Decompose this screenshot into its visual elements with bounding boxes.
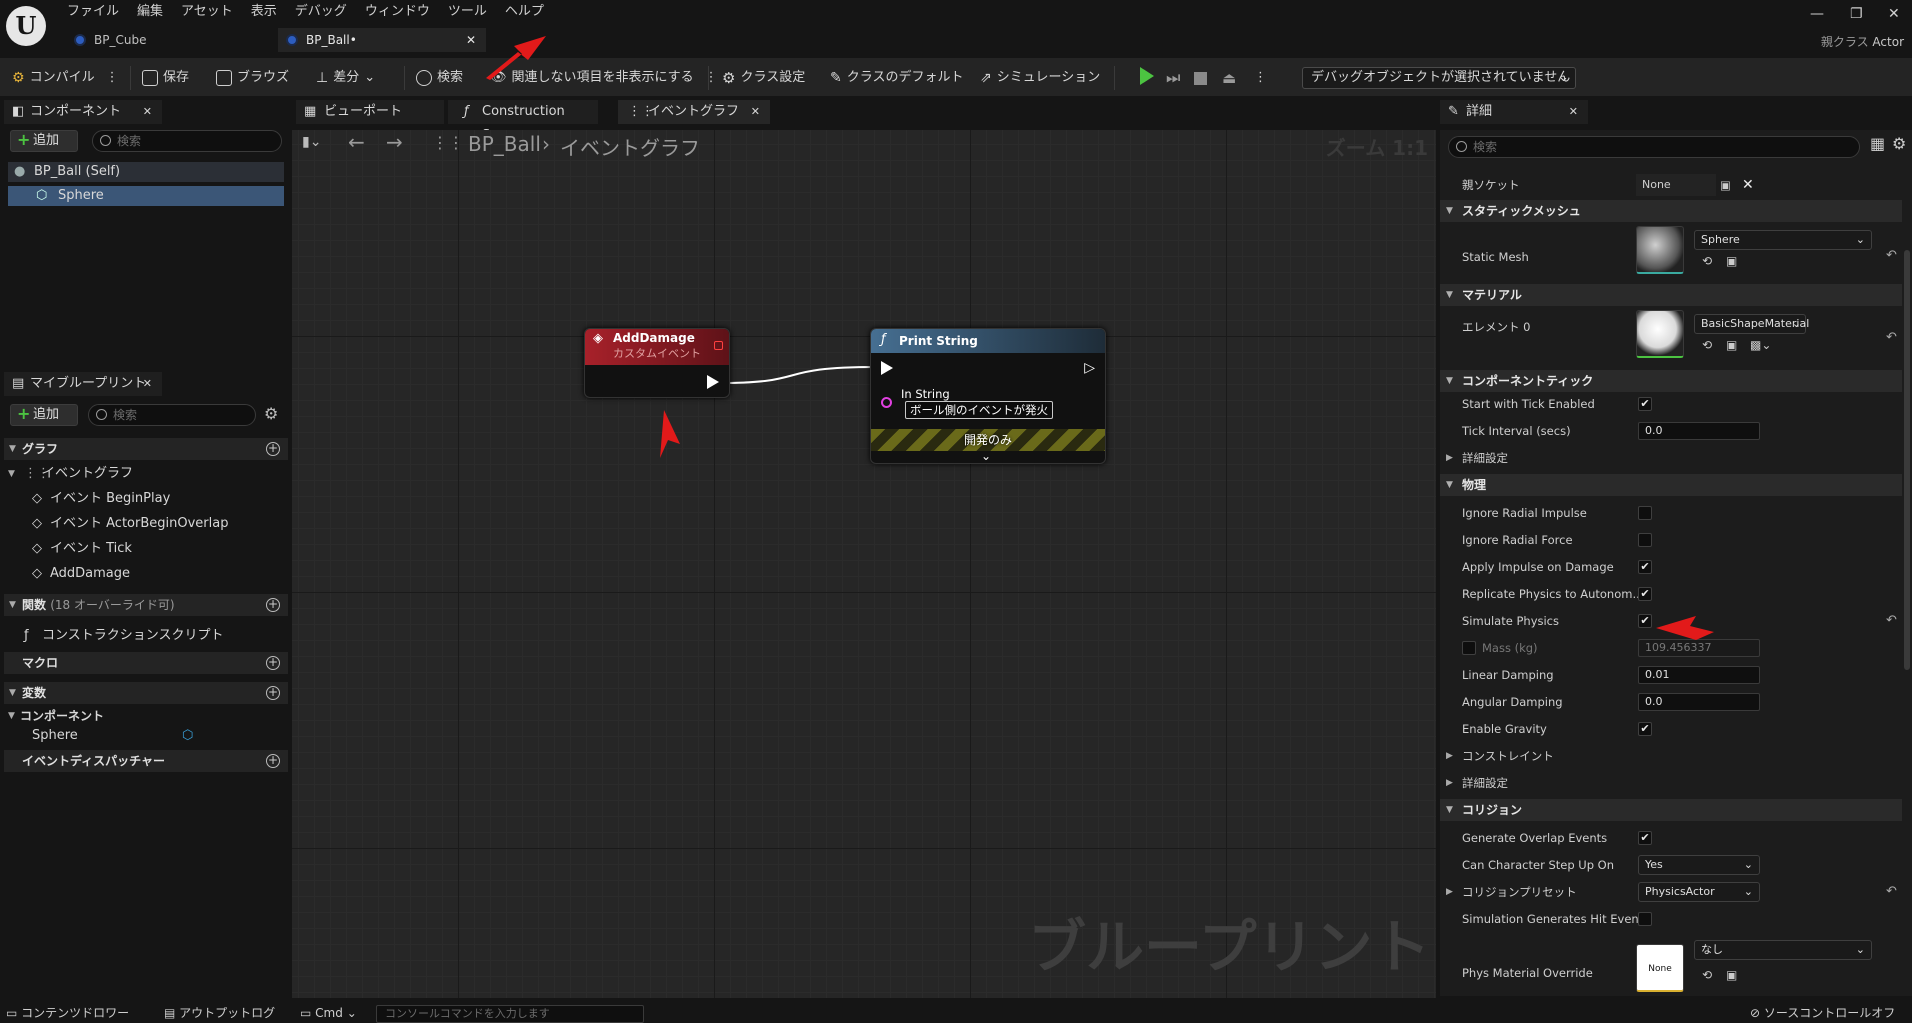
annotation-arrow-node [660, 410, 680, 458]
annotation-arrow-physics [1656, 616, 1714, 640]
annotation-arrow-toolbar [486, 36, 546, 80]
annotation-arrows [486, 36, 1714, 640]
